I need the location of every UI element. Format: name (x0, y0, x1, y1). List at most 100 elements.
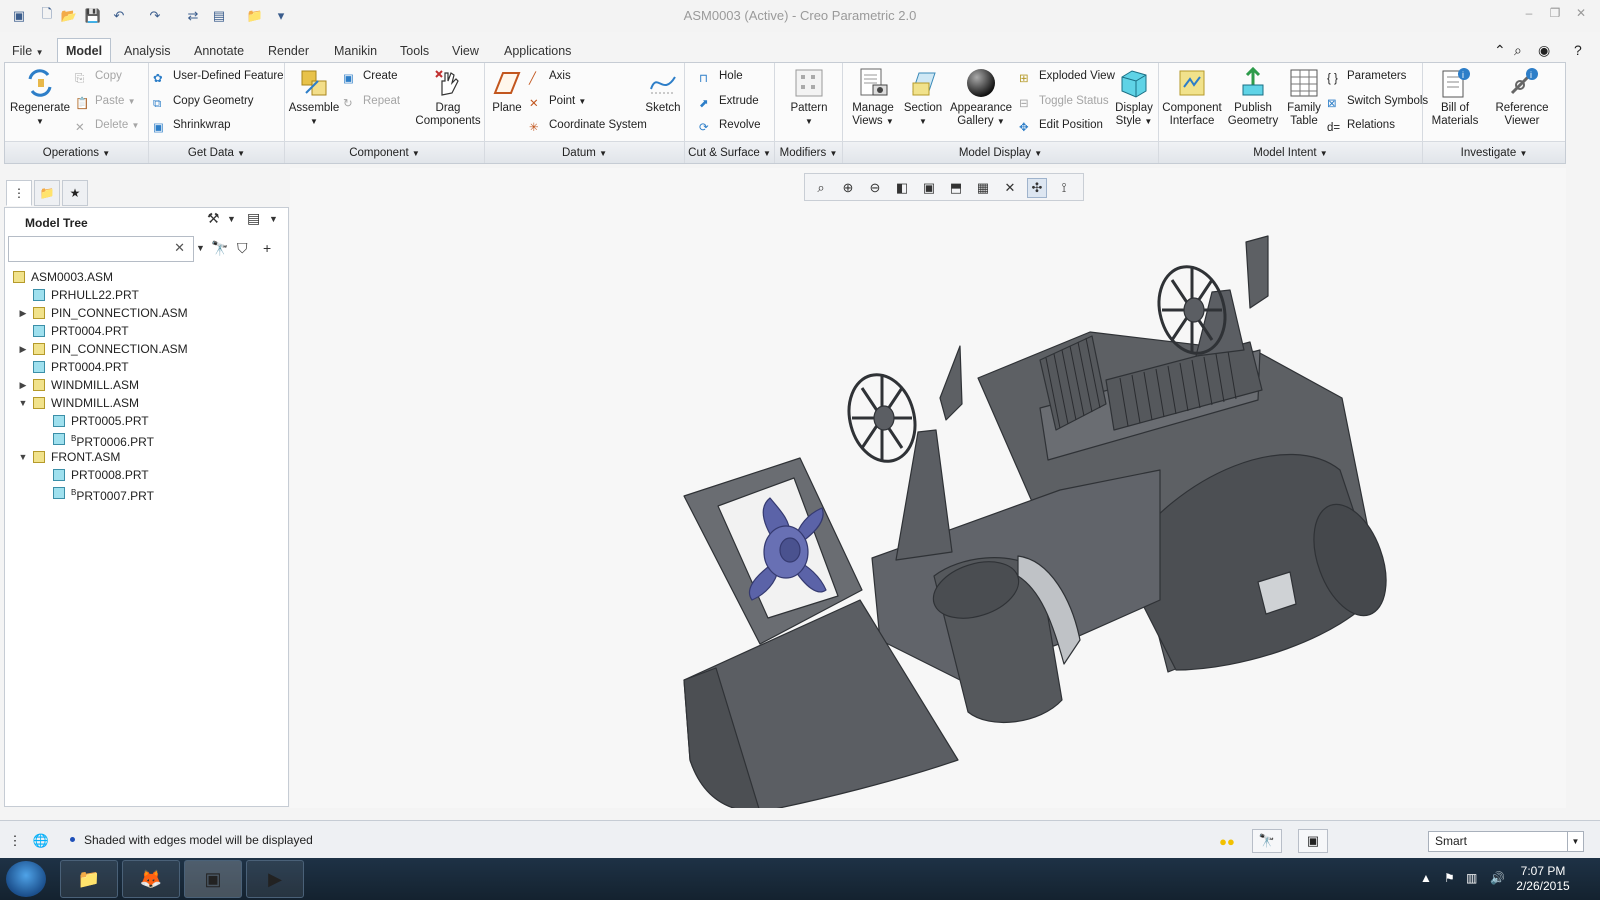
tree-row[interactable]: PRT0004.PRT (9, 322, 285, 340)
tab-view[interactable]: View (444, 40, 487, 62)
file-explorer-task[interactable]: 📁 (60, 860, 118, 898)
tab-analysis[interactable]: Analysis (116, 40, 179, 62)
tree-row[interactable]: ASM0003.ASM (9, 268, 285, 286)
tree-show-caret-icon[interactable]: ▼ (269, 214, 278, 224)
display-style-toolbar-icon[interactable]: ▣ (919, 178, 939, 198)
selection-box-icon[interactable]: ▣ (1298, 829, 1328, 853)
collapse-arrow-icon[interactable]: ▼ (17, 394, 29, 412)
shrinkwrap-button[interactable]: ▣ Shrinkwrap (153, 116, 231, 134)
pattern-button[interactable]: Pattern ▼ (781, 67, 837, 128)
paste-button[interactable]: 📋 Paste ▼ (75, 92, 136, 110)
refit-icon[interactable]: ⌕ (811, 178, 831, 198)
tab-annotate[interactable]: Annotate (186, 40, 252, 62)
tree-row[interactable]: ▶ PIN_CONNECTION.ASM (9, 304, 285, 322)
search-dropdown-icon[interactable]: ▼ (196, 243, 205, 253)
tree-row[interactable]: BPRT0007.PRT (9, 484, 285, 503)
group-component-label[interactable]: Component ▼ (285, 141, 484, 163)
publish-geometry-button[interactable]: Publish Geometry (1225, 66, 1281, 128)
favorites-tab-icon[interactable]: ★ (62, 180, 88, 206)
tree-row[interactable]: PRT0005.PRT (9, 412, 285, 430)
section-button[interactable]: Section ▼ (901, 67, 945, 128)
toggle-status-button[interactable]: ⊟ Toggle Status (1019, 92, 1109, 110)
appearance-gallery-button[interactable]: Appearance Gallery ▼ (949, 67, 1013, 128)
bill-of-materials-button[interactable]: i Bill of Materials (1427, 67, 1483, 128)
create-button[interactable]: ▣ Create (343, 67, 398, 85)
toggle-browser-icon[interactable]: 🌐 (30, 829, 52, 853)
group-cut-surface-label[interactable]: Cut & Surface ▼ (685, 141, 774, 163)
community-icon[interactable]: ◉ (1538, 42, 1550, 59)
revolve-button[interactable]: ⟳ Revolve (699, 116, 761, 134)
tab-render[interactable]: Render (260, 40, 317, 62)
close-button[interactable]: ✕ (1570, 6, 1592, 24)
clear-search-icon[interactable]: ✕ (174, 240, 185, 256)
tray-arrow-icon[interactable]: ▲ (1420, 871, 1432, 885)
regenerate-button[interactable]: Regenerate ▼ (9, 67, 71, 128)
spin-center-icon[interactable]: ✣ (1027, 178, 1047, 198)
tree-row[interactable]: ▶ WINDMILL.ASM (9, 376, 285, 394)
tree-row[interactable]: ▼ FRONT.ASM (9, 448, 285, 466)
media-player-task[interactable]: ▶ (246, 860, 304, 898)
start-button[interactable] (6, 861, 46, 897)
filter-icon[interactable]: ⛉ (237, 240, 248, 257)
group-operations-label[interactable]: Operations ▼ (5, 141, 148, 163)
firefox-task[interactable]: 🦊 (122, 860, 180, 898)
tab-tools[interactable]: Tools (392, 40, 437, 62)
family-table-button[interactable]: Family Table (1283, 67, 1325, 128)
datum-display-filter-icon[interactable]: ✕ (1000, 178, 1020, 198)
group-investigate-label[interactable]: Investigate ▼ (1423, 141, 1565, 163)
expand-arrow-icon[interactable]: ▶ (17, 304, 29, 322)
group-get-data-label[interactable]: Get Data ▼ (149, 141, 284, 163)
zoom-out-icon[interactable]: ⊖ (865, 178, 885, 198)
tab-model[interactable]: Model (57, 38, 112, 63)
search-icon[interactable]: ⌕ (1514, 42, 1522, 59)
display-style-button[interactable]: Display Style ▼ (1111, 67, 1157, 128)
tree-settings-caret-icon[interactable]: ▼ (227, 214, 236, 224)
restore-button[interactable]: ❐ (1544, 6, 1566, 24)
add-column-icon[interactable]: + (263, 240, 271, 256)
tree-row[interactable]: ▶ PIN_CONNECTION.ASM (9, 340, 285, 358)
view-manager-icon[interactable]: ▦ (973, 178, 993, 198)
tab-manikin[interactable]: Manikin (326, 40, 385, 62)
drag-components-button[interactable]: Drag Components (413, 67, 483, 128)
find-binoculars-icon[interactable]: 🔭 (211, 240, 228, 257)
parameters-button[interactable]: { } Parameters (1327, 67, 1406, 85)
toggle-navigator-icon[interactable]: ⋮ (4, 829, 26, 853)
folder-browser-tab-icon[interactable]: 📁 (34, 180, 60, 206)
plane-button[interactable]: Plane (487, 67, 527, 115)
tree-search-input[interactable] (12, 238, 172, 260)
expand-arrow-icon[interactable]: ▶ (17, 376, 29, 394)
tree-row[interactable]: PRHULL22.PRT (9, 286, 285, 304)
action-center-flag-icon[interactable]: ⚑ (1444, 871, 1455, 885)
graphics-window[interactable] (290, 168, 1566, 808)
repeat-button[interactable]: ↻ Repeat (343, 92, 400, 110)
tree-row[interactable]: BPRT0006.PRT (9, 430, 285, 449)
coordinate-system-button[interactable]: ✳ Coordinate System (529, 116, 647, 134)
group-datum-label[interactable]: Datum ▼ (485, 141, 684, 163)
zoom-in-icon[interactable]: ⊕ (838, 178, 858, 198)
relations-button[interactable]: d= Relations (1327, 116, 1395, 134)
copy-geometry-button[interactable]: ⧉ Copy Geometry (153, 92, 254, 110)
exploded-view-button[interactable]: ⊞ Exploded View (1019, 67, 1115, 85)
edit-position-button[interactable]: ✥ Edit Position (1019, 116, 1103, 134)
minimize-ribbon-icon[interactable]: ⌃ (1494, 42, 1506, 59)
tree-settings-icon[interactable]: ⚒ (207, 210, 220, 227)
selection-filter-select[interactable]: Smart ▼ (1428, 831, 1584, 852)
point-button[interactable]: ✕ Point ▼ (529, 92, 586, 110)
manage-views-button[interactable]: Manage Views ▼ (847, 67, 899, 128)
assemble-button[interactable]: Assemble ▼ (287, 67, 341, 128)
reference-viewer-button[interactable]: i Reference Viewer (1485, 67, 1559, 128)
tab-applications[interactable]: Applications (496, 40, 579, 62)
help-icon[interactable]: ? (1574, 42, 1582, 58)
tree-row[interactable]: ▼ WINDMILL.ASM (9, 394, 285, 412)
creo-task[interactable]: ▣ (184, 860, 242, 898)
taskbar-clock[interactable]: 7:07 PM 2/26/2015 (1510, 864, 1576, 894)
annotation-display-icon[interactable]: ⟟ (1054, 178, 1074, 198)
tab-file[interactable]: File ▼ (4, 40, 52, 62)
tree-row[interactable]: PRT0008.PRT (9, 466, 285, 484)
repaint-icon[interactable]: ◧ (892, 178, 912, 198)
copy-button[interactable]: ⎘ Copy (75, 67, 122, 85)
group-modifiers-label[interactable]: Modifiers ▼ (775, 141, 842, 163)
collapse-arrow-icon[interactable]: ▼ (17, 448, 29, 466)
expand-arrow-icon[interactable]: ▶ (17, 340, 29, 358)
udf-button[interactable]: ✿ User-Defined Feature (153, 67, 284, 85)
